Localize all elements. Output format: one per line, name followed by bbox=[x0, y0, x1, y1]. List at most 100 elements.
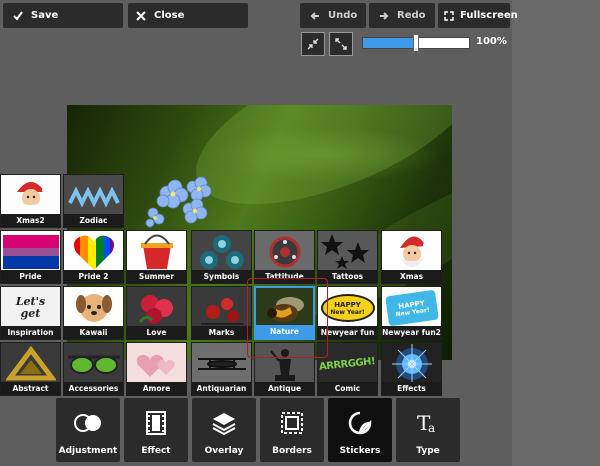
puppy-icon bbox=[64, 287, 123, 329]
lets-get-icon: Let's get bbox=[1, 287, 60, 329]
tool-adjustment[interactable]: Adjustment bbox=[56, 398, 120, 462]
sticker-label: Comic bbox=[318, 382, 377, 395]
tool-type[interactable]: Ta Type bbox=[396, 398, 460, 462]
sticker-amore[interactable]: Amore bbox=[126, 342, 187, 396]
sticker-symbols[interactable]: Symbols bbox=[191, 230, 252, 284]
sticker-tattitude[interactable]: Tattitude bbox=[254, 230, 315, 284]
new-year-text: New Year! bbox=[330, 308, 365, 316]
expand-icon bbox=[335, 35, 347, 54]
roses-icon bbox=[127, 287, 186, 329]
save-button[interactable]: Save bbox=[3, 3, 123, 28]
sticker-label: Kawaii bbox=[64, 326, 123, 339]
hearts-icon bbox=[127, 343, 186, 385]
sticker-zodiac[interactable]: Zodiac bbox=[63, 174, 124, 228]
sticker-tattoos[interactable]: Tattoos bbox=[317, 230, 378, 284]
sticker-label: Newyear fun2 bbox=[382, 326, 441, 339]
sticker-label: Xmas2 bbox=[1, 214, 60, 227]
sticker-pride[interactable]: Pride bbox=[0, 230, 61, 284]
side-strip bbox=[512, 0, 600, 466]
shrink-icon bbox=[307, 35, 319, 54]
tattoo-reel-icon bbox=[255, 231, 314, 273]
bucket-icon bbox=[127, 231, 186, 273]
sticker-label: Inspiration bbox=[1, 326, 60, 339]
sticker-comic[interactable]: ARRRGGH! Comic bbox=[317, 342, 378, 396]
close-icon bbox=[134, 10, 148, 21]
sticker-label: Accessories bbox=[64, 382, 123, 395]
sticker-label: Pride 2 bbox=[64, 270, 123, 283]
tool-effect[interactable]: Effect bbox=[124, 398, 188, 462]
tool-bar: Adjustment Effect Overlay Borders Sticke… bbox=[56, 398, 460, 464]
gold-triangle-icon bbox=[1, 343, 60, 385]
redo-arrow-icon bbox=[377, 11, 391, 21]
circles-icon bbox=[56, 408, 120, 438]
sticker-label: Zodiac bbox=[64, 214, 123, 227]
tool-stickers[interactable]: Stickers bbox=[328, 398, 392, 462]
zoom-in-button[interactable] bbox=[329, 32, 353, 56]
burst-icon bbox=[382, 343, 441, 385]
sticker-antique[interactable]: Antique bbox=[254, 342, 315, 396]
sticker-kawaii[interactable]: Kawaii bbox=[63, 286, 124, 340]
tool-label: Adjustment bbox=[58, 446, 118, 456]
happy-new-year-icon: HAPPY New Year! bbox=[318, 287, 377, 329]
sticker-label: Love bbox=[127, 326, 186, 339]
redo-button[interactable]: Redo bbox=[369, 3, 435, 28]
sticker-newyear-fun2[interactable]: HAPPY New Year! Newyear fun2 bbox=[381, 286, 442, 340]
sticker-xmas[interactable]: Xmas bbox=[381, 230, 442, 284]
redo-label: Redo bbox=[397, 10, 426, 21]
svg-text:a: a bbox=[428, 421, 435, 435]
sticker-label: Nature bbox=[256, 325, 313, 338]
tool-borders[interactable]: Borders bbox=[260, 398, 324, 462]
arrrggh-text: ARRRGGH! bbox=[318, 355, 377, 373]
sticker-label: Antique bbox=[255, 382, 314, 395]
sticker-label: Effects bbox=[382, 382, 441, 395]
statue-icon bbox=[255, 343, 314, 385]
fullscreen-button[interactable]: Fullscreen bbox=[438, 3, 518, 28]
fullscreen-label: Fullscreen bbox=[460, 10, 518, 21]
undo-arrow-icon bbox=[308, 11, 322, 21]
zoom-out-button[interactable] bbox=[301, 32, 325, 56]
sticker-label: Marks bbox=[192, 326, 251, 339]
pride-heart-icon bbox=[64, 231, 123, 273]
sticker-antiquarian[interactable]: Antiquarian bbox=[191, 342, 252, 396]
placed-flower-sticker[interactable] bbox=[145, 173, 225, 237]
sticker-inspiration[interactable]: Let's get Inspiration bbox=[0, 286, 61, 340]
sticker-pride-2[interactable]: Pride 2 bbox=[63, 230, 124, 284]
symbols-icon bbox=[192, 231, 251, 273]
zoom-slider[interactable] bbox=[362, 34, 470, 52]
biplane-icon bbox=[192, 343, 251, 385]
pride-flag-icon bbox=[1, 231, 60, 273]
close-button[interactable]: Close bbox=[128, 3, 248, 28]
sticker-nature[interactable]: Nature bbox=[254, 286, 315, 340]
sticker-xmas2[interactable]: Xmas2 bbox=[0, 174, 61, 228]
sticker-label: Amore bbox=[127, 382, 186, 395]
zoom-slider-handle[interactable] bbox=[413, 34, 419, 52]
sticker-label: Newyear fun bbox=[318, 326, 377, 339]
mark-flowers-icon bbox=[192, 287, 251, 329]
sticker-newyear-fun[interactable]: HAPPY New Year! Newyear fun bbox=[317, 286, 378, 340]
save-label: Save bbox=[31, 10, 59, 21]
happy-text: HAPPY bbox=[334, 300, 361, 309]
sticker-label: Abstract bbox=[1, 382, 60, 395]
arrrggh-icon: ARRRGGH! bbox=[318, 343, 377, 385]
sticker-label: Tattoos bbox=[318, 270, 377, 283]
sticker-marks[interactable]: Marks bbox=[191, 286, 252, 340]
sticker-label: Pride bbox=[1, 270, 60, 283]
film-icon bbox=[124, 408, 188, 438]
zoom-slider-fill bbox=[363, 38, 416, 48]
undo-button[interactable]: Undo bbox=[300, 3, 366, 28]
sticker-accessories[interactable]: Accessories bbox=[63, 342, 124, 396]
sticker-love[interactable]: Love bbox=[126, 286, 187, 340]
sticker-effects[interactable]: Effects bbox=[381, 342, 442, 396]
tool-overlay[interactable]: Overlay bbox=[192, 398, 256, 462]
tool-label: Effect bbox=[141, 446, 171, 456]
santa-icon bbox=[1, 175, 60, 217]
sticker-abstract[interactable]: Abstract bbox=[0, 342, 61, 396]
zodiac-icon bbox=[64, 175, 123, 217]
sticker-summer[interactable]: Summer bbox=[126, 230, 187, 284]
tool-label: Overlay bbox=[204, 446, 244, 456]
sticker-icon bbox=[328, 408, 392, 438]
fullscreen-icon bbox=[444, 10, 454, 21]
tool-label: Borders bbox=[272, 446, 312, 456]
sticker-label: Symbols bbox=[192, 270, 251, 283]
santa-2-icon bbox=[382, 231, 441, 273]
